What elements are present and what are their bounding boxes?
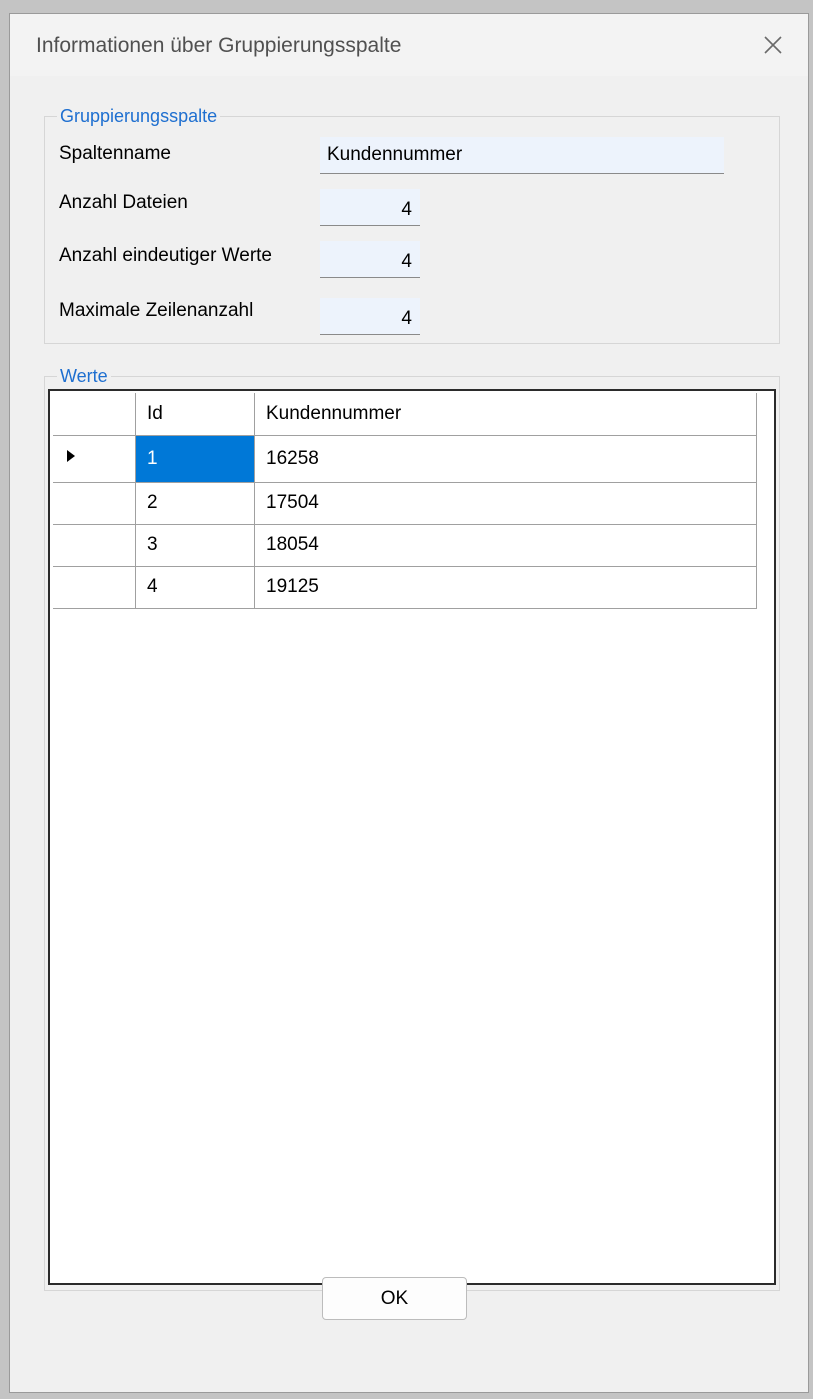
group-info-legend: Gruppierungsspalte — [57, 106, 221, 126]
table-row[interactable]: 3 18054 — [53, 523, 757, 567]
table-header-row: Id Kundennummer — [53, 393, 757, 436]
cell-kundennummer[interactable]: 17504 — [254, 481, 757, 525]
close-button[interactable] — [738, 14, 808, 76]
column-name-label: Spaltenname — [59, 143, 171, 164]
table-row[interactable]: 4 19125 — [53, 565, 757, 609]
unique-values-label: Anzahl eindeutiger Werte — [59, 245, 272, 266]
row-header[interactable] — [53, 523, 136, 567]
files-count-label: Anzahl Dateien — [59, 192, 188, 213]
cell-id[interactable]: 2 — [135, 481, 255, 525]
group-info-box: Gruppierungsspalte Spaltenname Kundennum… — [44, 106, 780, 344]
row-pointer-icon — [67, 449, 75, 462]
column-header-kundennummer[interactable]: Kundennummer — [254, 393, 757, 436]
files-count-field[interactable]: 4 — [320, 189, 420, 226]
column-header-id[interactable]: Id — [135, 393, 255, 436]
info-dialog: Informationen über Gruppierungsspalte Gr… — [9, 13, 809, 1393]
max-rows-field[interactable]: 4 — [320, 298, 420, 335]
row-header[interactable] — [53, 434, 136, 483]
row-header[interactable] — [53, 481, 136, 525]
ok-button[interactable]: OK — [322, 1277, 467, 1320]
cell-kundennummer[interactable]: 16258 — [254, 434, 757, 483]
column-name-field[interactable]: Kundennummer — [320, 137, 724, 174]
values-table: Id Kundennummer 1 16258 2 17504 3 18054 … — [53, 393, 757, 609]
title-bar: Informationen über Gruppierungsspalte — [10, 14, 808, 76]
close-icon — [764, 36, 782, 54]
row-header[interactable] — [53, 565, 136, 609]
values-grid[interactable]: Id Kundennummer 1 16258 2 17504 3 18054 … — [48, 389, 776, 1285]
table-row[interactable]: 2 17504 — [53, 481, 757, 525]
table-row[interactable]: 1 16258 — [53, 434, 757, 483]
max-rows-label: Maximale Zeilenanzahl — [59, 300, 254, 321]
values-legend: Werte — [57, 366, 111, 386]
unique-values-field[interactable]: 4 — [320, 241, 420, 278]
window-title: Informationen über Gruppierungsspalte — [36, 34, 402, 57]
cell-kundennummer[interactable]: 19125 — [254, 565, 757, 609]
cell-id[interactable]: 3 — [135, 523, 255, 567]
cell-id[interactable]: 4 — [135, 565, 255, 609]
cell-id[interactable]: 1 — [135, 434, 255, 483]
cell-kundennummer[interactable]: 18054 — [254, 523, 757, 567]
row-header-corner — [53, 393, 136, 436]
